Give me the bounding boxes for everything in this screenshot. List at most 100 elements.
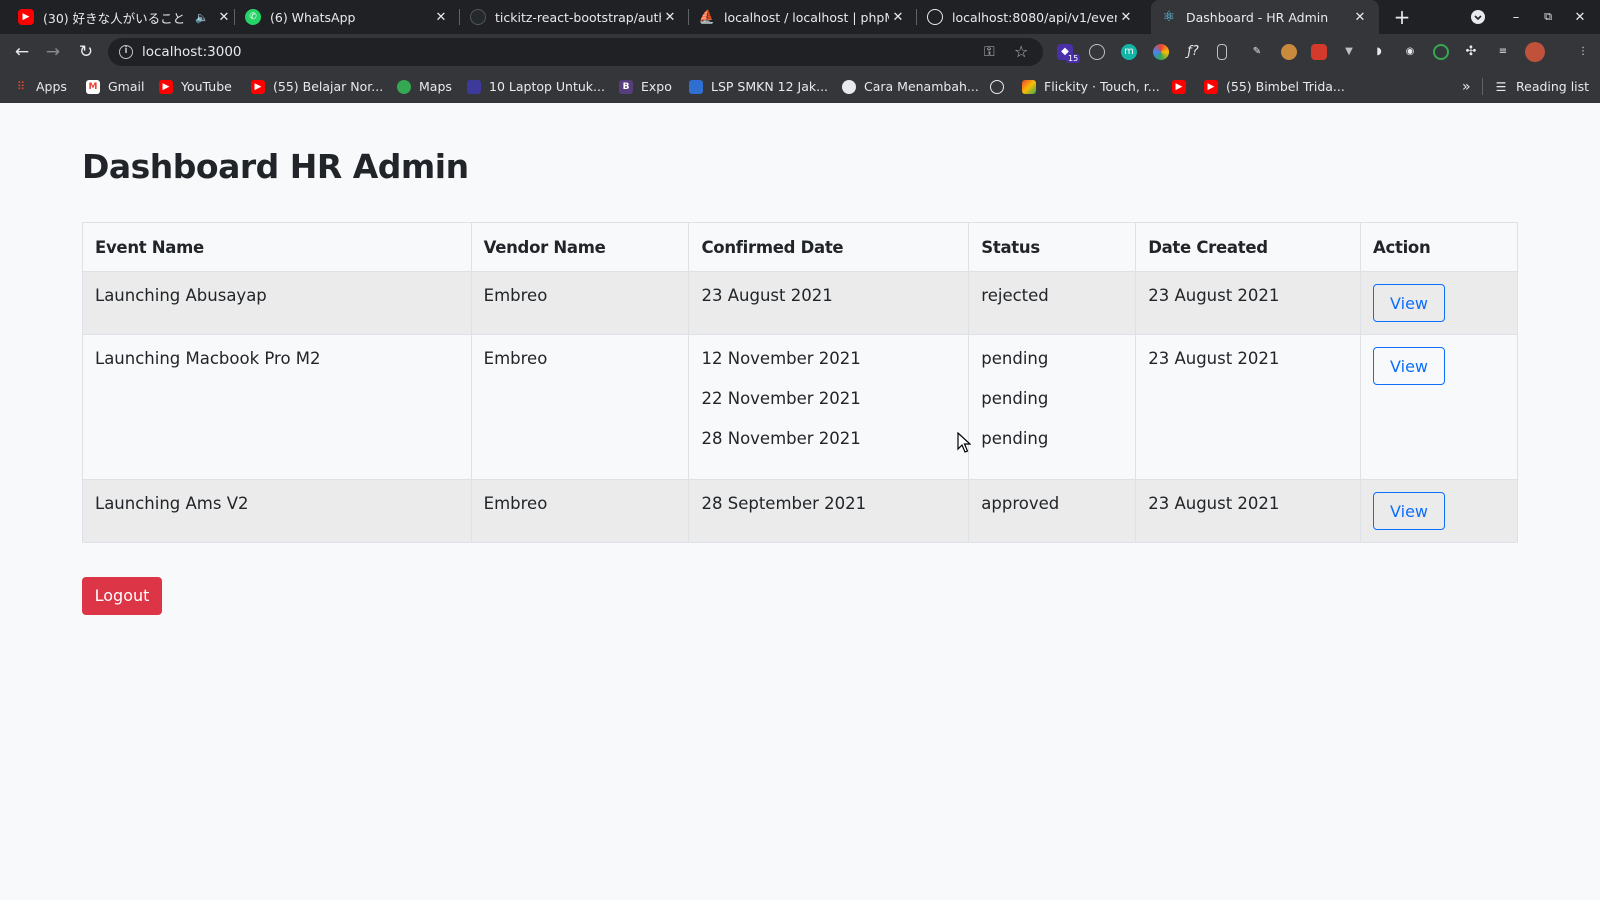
confirmed-date-cell: 12 November 2021 22 November 2021 28 Nov… [688, 334, 970, 480]
close-icon[interactable]: ✕ [1351, 10, 1369, 25]
events-table: Event Name Vendor Name Confirmed Date St… [82, 222, 1518, 543]
status-text: rejected [981, 286, 1049, 305]
view-button[interactable]: View [1373, 284, 1446, 322]
tab-phpmyadmin[interactable]: ⛵ localhost / localhost | phpMyAdmin ✕ [689, 0, 917, 34]
media-queue-icon[interactable]: ≡ [1495, 44, 1511, 60]
bookmark-cara[interactable]: Cara Menambah... [842, 70, 979, 103]
navigation-bar: ← → ↻ i localhost:3000 ⚿ ☆ ◆ 15 m ƒ? ✎ ▼… [0, 34, 1600, 70]
school-icon [689, 79, 703, 94]
avatar[interactable] [1525, 42, 1545, 62]
reload-icon[interactable]: ↻ [74, 40, 98, 64]
bookmark-label: Flickity · Touch, r... [1044, 79, 1160, 94]
table-header-row: Event Name Vendor Name Confirmed Date St… [82, 222, 1518, 272]
cookie-icon[interactable] [1281, 44, 1297, 60]
bookmark-laptop[interactable]: 10 Laptop Untuk... [467, 70, 605, 103]
status-cell: approved [968, 479, 1137, 543]
logout-button[interactable]: Logout [82, 577, 162, 615]
target-icon[interactable] [1433, 44, 1449, 60]
tab-title: Dashboard - HR Admin [1186, 9, 1329, 25]
pen-icon[interactable]: ✎ [1249, 44, 1265, 60]
tab-search-icon[interactable] [1463, 0, 1493, 34]
bookmark-youtube[interactable]: ▶ YouTube [159, 70, 232, 103]
vue-icon[interactable]: ▼ [1341, 44, 1357, 60]
close-icon[interactable]: ✕ [215, 10, 233, 25]
phone-icon[interactable] [1217, 44, 1227, 60]
phpmyadmin-icon: ⛵ [698, 9, 716, 25]
vendor-name-cell: Embreo [470, 271, 690, 335]
color-picker-icon[interactable] [1153, 44, 1169, 60]
window-close-icon[interactable]: ✕ [1565, 0, 1595, 34]
new-tab-button[interactable]: + [1391, 6, 1413, 28]
camera-icon[interactable]: ◉ [1402, 44, 1418, 60]
menu-icon[interactable]: ⋮ [1575, 44, 1591, 60]
youtube-icon: ▶ [18, 9, 34, 25]
event-name-cell: Launching Abusayap [82, 271, 472, 335]
bookmark-flickity[interactable]: Flickity · Touch, r... [1022, 70, 1160, 103]
header-date-created: Date Created [1135, 222, 1362, 272]
page-content: Dashboard HR Admin Event Name Vendor Nam… [0, 103, 1600, 900]
forward-arrow-icon[interactable]: → [41, 40, 65, 64]
tab-api[interactable]: localhost:8080/api/v1/event ✕ [917, 0, 1145, 34]
tab-title: localhost:8080/api/v1/event [952, 9, 1117, 25]
tab-title: (6) WhatsApp [270, 9, 356, 25]
tab-dashboard[interactable]: ⚛ Dashboard - HR Admin ✕ [1151, 0, 1379, 34]
status-text: approved [981, 494, 1060, 513]
bookmarks-bar: ⠿ Apps M Gmail ▶ YouTube ▶ (55) Belajar … [0, 70, 1600, 103]
tab-github[interactable]: tickitz-react-bootstrap/auth ✕ [460, 0, 689, 34]
status-cell: rejected [968, 271, 1137, 335]
tab-youtube[interactable]: ▶ (30) 好きな人がいること 🔈 ✕ [8, 0, 235, 34]
status-text: pending [981, 349, 1049, 368]
vendor-name-cell: Embreo [470, 334, 690, 480]
bookmark-label: YouTube [181, 79, 232, 94]
muted-speaker-icon[interactable]: 🔈 [195, 11, 209, 24]
tab-strip: ▶ (30) 好きな人がいること 🔈 ✕ ✆ (6) WhatsApp ✕ ti… [0, 0, 1600, 34]
bookmark-star-icon[interactable]: ☆ [1014, 42, 1028, 61]
confirmed-date: 12 November 2021 [701, 349, 861, 368]
bookmark-belajar[interactable]: ▶ (55) Belajar Nor... [251, 70, 383, 103]
tab-whatsapp[interactable]: ✆ (6) WhatsApp ✕ [235, 0, 460, 34]
view-button[interactable]: View [1373, 492, 1446, 530]
youtube-icon: ▶ [1204, 79, 1218, 94]
url-text[interactable]: localhost:3000 [142, 38, 242, 66]
bookmark-maps[interactable]: Maps [397, 70, 452, 103]
view-button[interactable]: View [1373, 347, 1446, 385]
bookmark-gmail[interactable]: M Gmail [86, 70, 144, 103]
back-arrow-icon[interactable]: ← [10, 40, 34, 64]
bird-icon[interactable]: ◗ [1371, 44, 1387, 60]
puzzle-icon[interactable]: ✣ [1463, 44, 1479, 60]
bookmark-label: (55) Belajar Nor... [273, 79, 384, 94]
youtube-icon: ▶ [1172, 79, 1186, 94]
reading-list-label: Reading list [1516, 79, 1590, 94]
close-icon[interactable]: ✕ [661, 10, 679, 25]
more-bookmarks-button[interactable]: » [1462, 70, 1471, 103]
bookmark-label: Expo [641, 79, 672, 94]
maximize-icon[interactable]: ⧉ [1533, 0, 1563, 34]
bookmark-bimbel[interactable]: ▶ (55) Bimbel Trida... [1204, 70, 1345, 103]
bookmark-globe[interactable] [990, 70, 1012, 103]
m-extension-icon[interactable]: m [1121, 44, 1137, 60]
address-bar[interactable]: i localhost:3000 ⚿ ☆ [108, 38, 1043, 66]
bookmark-lsp[interactable]: LSP SMKN 12 Jak... [689, 70, 828, 103]
key-icon[interactable]: ⚿ [984, 44, 995, 60]
bookmark-apps[interactable]: ⠿ Apps [14, 70, 67, 103]
function-icon[interactable]: ƒ? [1185, 44, 1201, 60]
close-icon[interactable]: ✕ [889, 10, 907, 25]
gift-icon[interactable] [1311, 44, 1327, 60]
globe-icon [927, 9, 943, 25]
bookmark-youtube-2[interactable]: ▶ [1172, 70, 1194, 103]
flickity-icon [1022, 79, 1036, 94]
close-icon[interactable]: ✕ [432, 10, 450, 25]
blog-icon [842, 79, 856, 94]
header-confirmed-date: Confirmed Date [688, 222, 970, 272]
event-name-cell: Launching Macbook Pro M2 [82, 334, 472, 480]
close-icon[interactable]: ✕ [1117, 10, 1135, 25]
minimize-icon[interactable]: – [1501, 0, 1531, 34]
action-cell: View [1360, 479, 1518, 543]
browser-chrome: ▶ (30) 好きな人がいること 🔈 ✕ ✆ (6) WhatsApp ✕ ti… [0, 0, 1600, 103]
bookmark-expo[interactable]: B Expo [619, 70, 672, 103]
site-info-icon[interactable]: i [119, 45, 133, 59]
header-event-name: Event Name [82, 222, 472, 272]
globe-extension-icon[interactable] [1089, 44, 1105, 60]
whatsapp-icon: ✆ [245, 9, 261, 25]
reading-list-button[interactable]: ☰ Reading list [1494, 70, 1589, 103]
